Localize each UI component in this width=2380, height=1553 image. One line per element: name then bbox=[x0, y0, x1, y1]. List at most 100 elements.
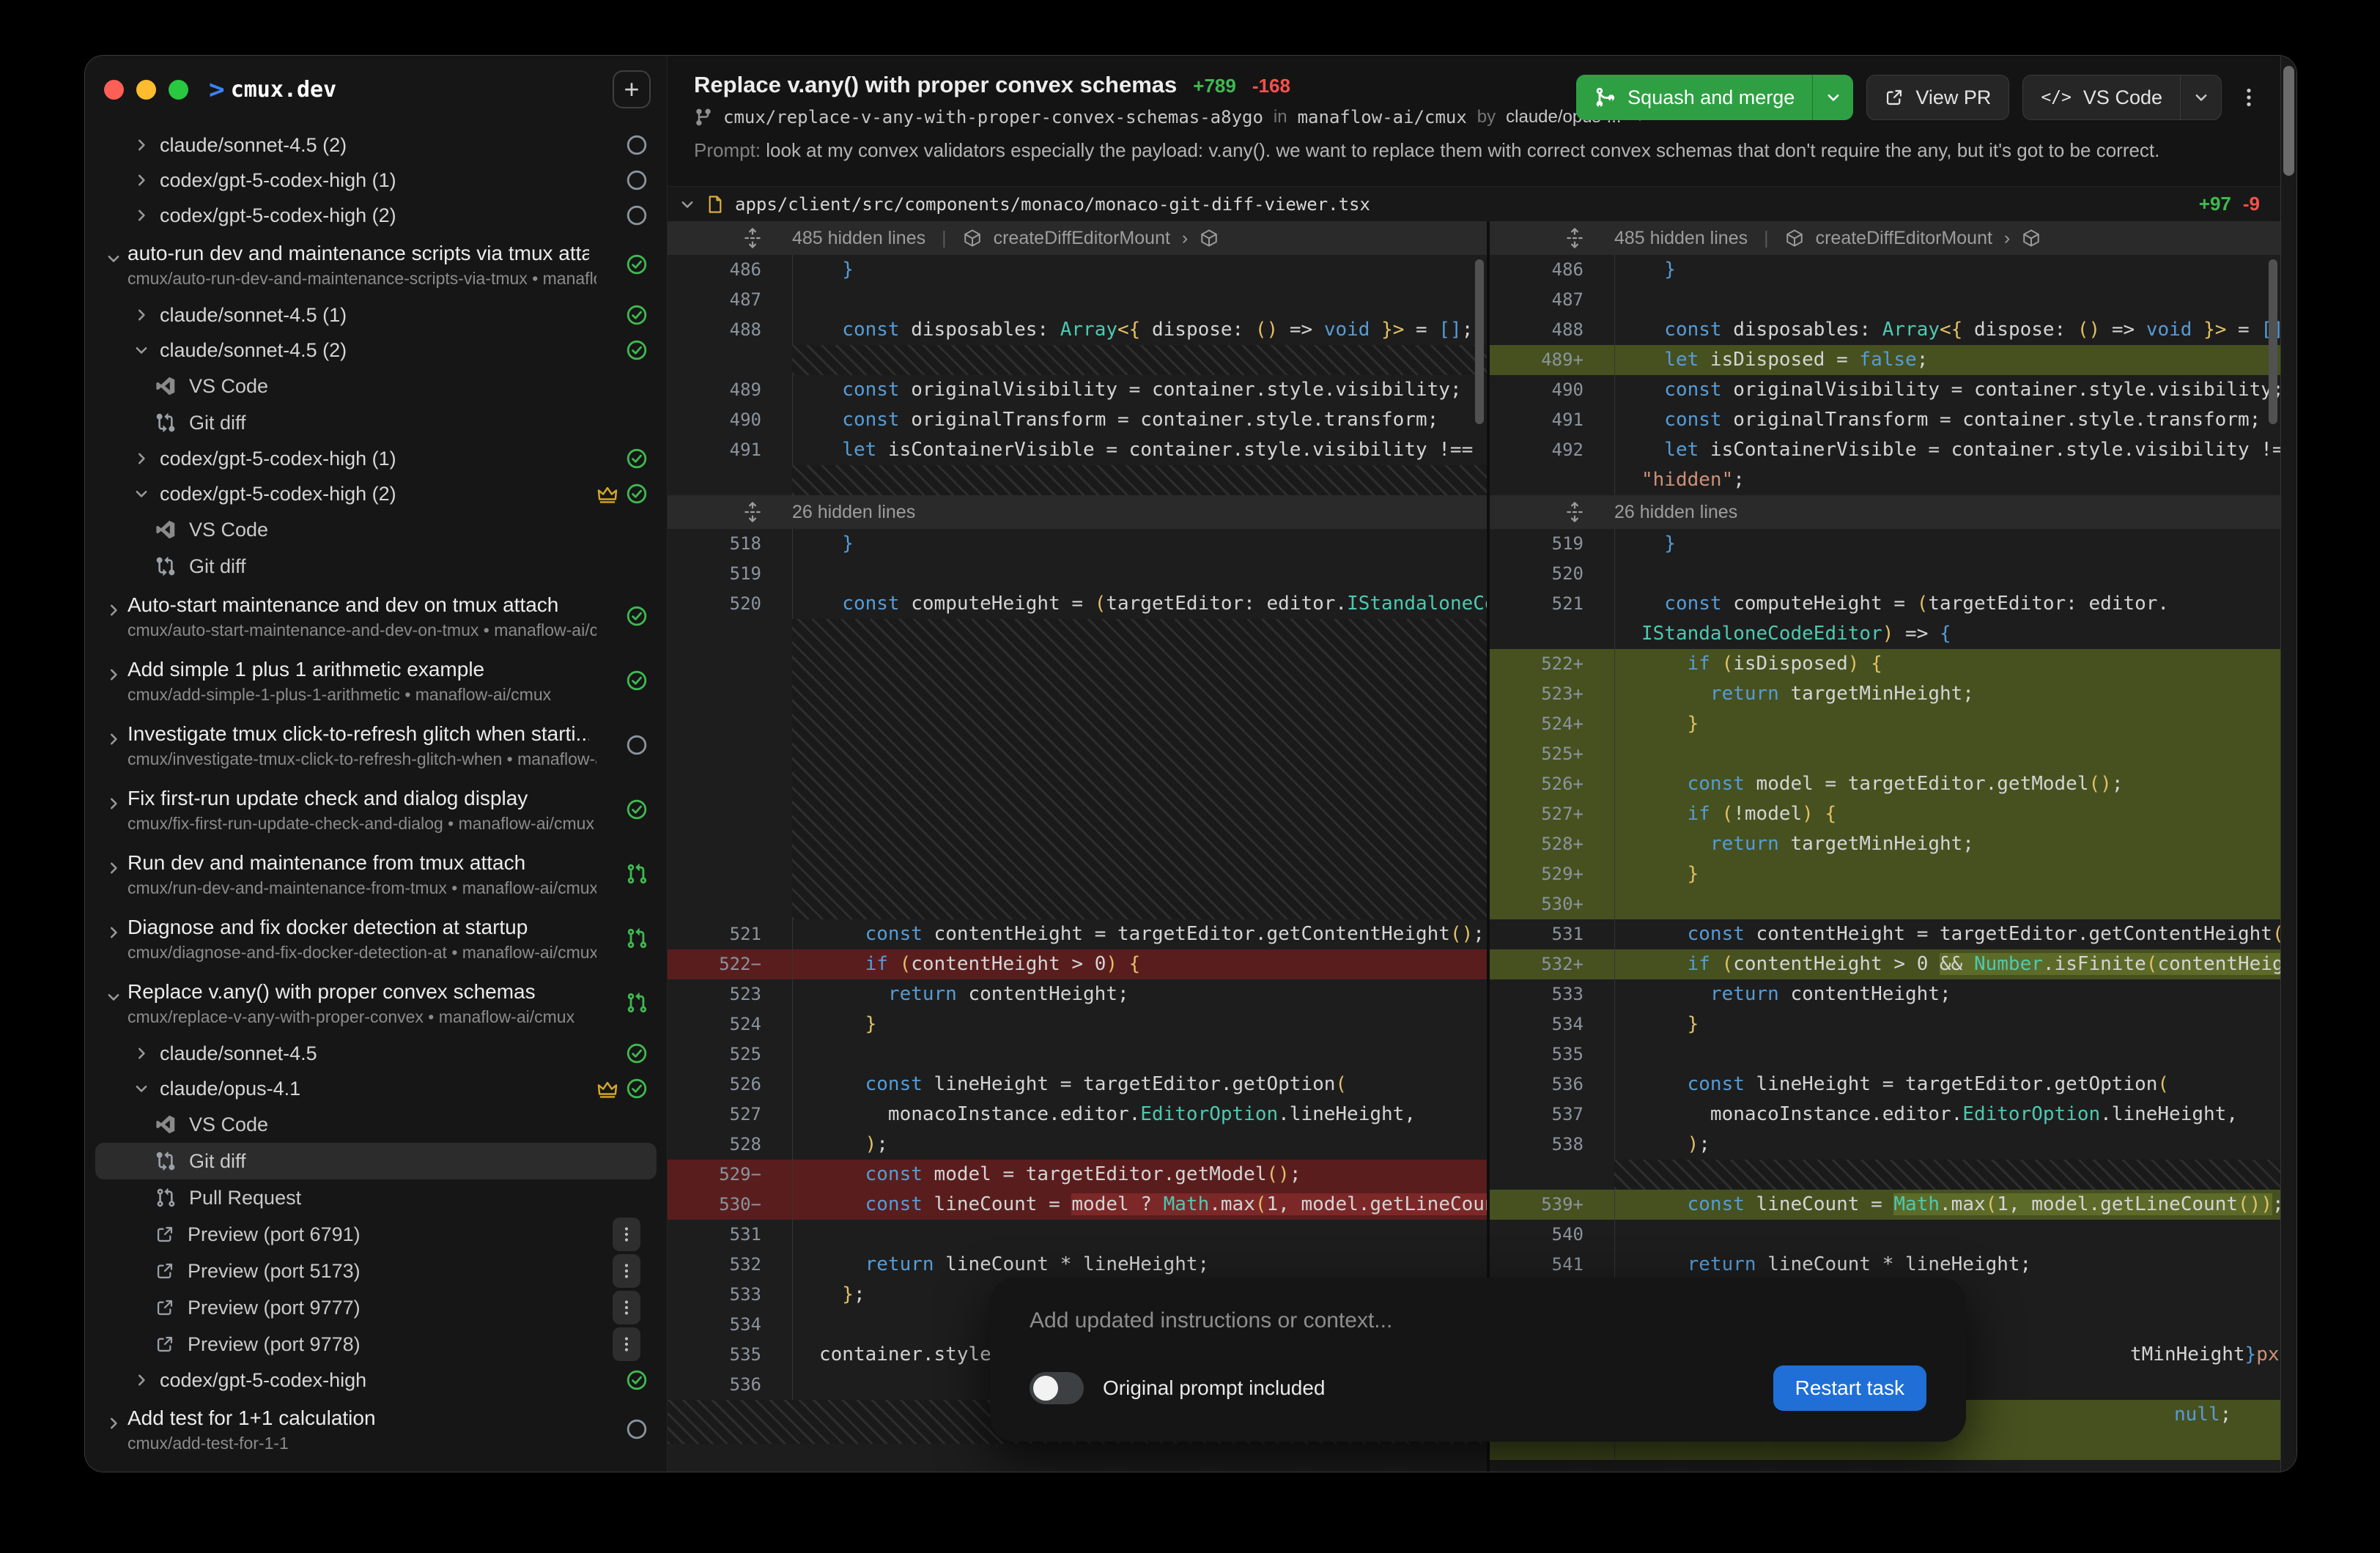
sidebar-item-pull-request[interactable]: Pull Request bbox=[95, 1179, 657, 1216]
sidebar-branch-codex-gpt-5-codex-high-2-[interactable]: codex/gpt-5-codex-high (2) bbox=[85, 198, 667, 233]
chevron-right-icon[interactable] bbox=[106, 731, 122, 747]
sidebar-branch-claude-sonnet-4.5-2-[interactable]: claude/sonnet-4.5 (2) bbox=[85, 127, 667, 163]
squash-and-merge-button[interactable]: Squash and merge bbox=[1576, 75, 1853, 120]
file-row[interactable]: apps/client/src/components/monaco/monaco… bbox=[668, 186, 2280, 221]
sidebar-task[interactable]: Fix first-run update check and dialog di… bbox=[85, 778, 667, 842]
unfold-icon[interactable] bbox=[668, 228, 792, 248]
sidebar-branch-claude-sonnet-4.5-1-[interactable]: claude/sonnet-4.5 (1) bbox=[85, 297, 667, 333]
line-number: 523+ bbox=[1490, 679, 1614, 709]
zoom-window-button[interactable] bbox=[169, 80, 188, 100]
line-number: 532+ bbox=[1490, 949, 1614, 979]
sidebar-item-git-diff[interactable]: Git diff bbox=[95, 1143, 657, 1179]
main-scrollbar-thumb[interactable] bbox=[2283, 66, 2294, 176]
restart-task-button[interactable]: Restart task bbox=[1773, 1365, 1926, 1411]
sidebar-task[interactable]: Add test for 1+1 calculationcmux/add-tes… bbox=[85, 1398, 667, 1462]
chevron-right-icon[interactable] bbox=[133, 451, 149, 467]
chevron-right-icon[interactable] bbox=[133, 172, 149, 188]
sidebar-task[interactable]: auto-run dev and maintenance scripts via… bbox=[85, 233, 667, 297]
sidebar-item-vs-code[interactable]: VS Code bbox=[95, 368, 657, 404]
task-subtitle: cmux/diagnose-and-fix-docker-detection-a… bbox=[128, 943, 596, 963]
code-line: 520 bbox=[1490, 559, 2280, 589]
line-number: 541 bbox=[1490, 1250, 1614, 1280]
sidebar-item-vs-code[interactable]: VS Code bbox=[95, 511, 657, 548]
original-prompt-toggle[interactable] bbox=[1030, 1372, 1084, 1404]
line-content: ); bbox=[792, 1130, 1487, 1160]
merge-options-chevron[interactable] bbox=[1812, 75, 1853, 120]
code-line: 488 const disposables: Array<{ dispose: … bbox=[1490, 315, 2280, 345]
vscode-button[interactable]: </> VS Code bbox=[2022, 75, 2222, 120]
diff-spacer bbox=[792, 465, 1487, 495]
new-task-button[interactable]: + bbox=[613, 70, 651, 108]
instructions-input[interactable]: Add updated instructions or context... bbox=[1030, 1308, 1926, 1333]
chevron-right-icon[interactable] bbox=[106, 796, 122, 812]
sidebar-branch-codex-gpt-5-codex-high[interactable]: codex/gpt-5-codex-high bbox=[85, 1363, 667, 1398]
sidebar-item-git-diff[interactable]: Git diff bbox=[95, 404, 657, 441]
modified-pane-scrollbar[interactable] bbox=[2269, 259, 2277, 424]
line-number: 492 bbox=[1490, 435, 1614, 465]
sidebar-branch-claude-opus-4.1[interactable]: claude/opus-4.1 bbox=[85, 1071, 667, 1106]
sidebar-item-preview-port-5173-[interactable]: Preview (port 5173) bbox=[95, 1253, 657, 1289]
chevron-right-icon[interactable] bbox=[106, 860, 122, 876]
sidebar-task[interactable]: Replace v.any() with proper convex schem… bbox=[85, 971, 667, 1036]
sidebar-item-vs-code[interactable]: VS Code bbox=[95, 1106, 657, 1143]
status-icons bbox=[626, 339, 648, 361]
sidebar-branch-claude-sonnet-4.5[interactable]: claude/sonnet-4.5 bbox=[85, 1036, 667, 1071]
preview-menu-button[interactable] bbox=[613, 1217, 640, 1251]
task-title: auto-run dev and maintenance scripts via… bbox=[128, 242, 589, 265]
chevron-right-icon[interactable] bbox=[133, 1045, 149, 1061]
chevron-down-icon[interactable] bbox=[133, 342, 149, 358]
unfold-icon[interactable] bbox=[668, 502, 792, 522]
main-scrollbar-track[interactable] bbox=[2280, 56, 2296, 1472]
line-content: if (isDisposed) { bbox=[1614, 649, 2280, 679]
sidebar-task[interactable]: Auto-start maintenance and dev on tmux a… bbox=[85, 585, 667, 649]
sidebar-task[interactable]: Add simple 1 plus 1 arithmetic examplecm… bbox=[85, 649, 667, 714]
original-pane-scrollbar[interactable] bbox=[1475, 259, 1484, 424]
sidebar-branch-codex-gpt-5-codex-high-2-[interactable]: codex/gpt-5-codex-high (2) bbox=[85, 476, 667, 511]
unfold-icon[interactable] bbox=[1490, 228, 1614, 248]
close-window-button[interactable] bbox=[104, 80, 124, 100]
line-number: 520 bbox=[1490, 559, 1614, 589]
sidebar-branch-codex-gpt-5-codex-high-1-[interactable]: codex/gpt-5-codex-high (1) bbox=[85, 163, 667, 198]
chevron-right-icon[interactable] bbox=[106, 924, 122, 941]
sidebar-item-git-diff[interactable]: Git diff bbox=[95, 548, 657, 585]
line-content: const disposables: Array<{ dispose: () =… bbox=[792, 315, 1487, 345]
view-pr-label: View PR bbox=[1915, 86, 1991, 109]
chevron-down-icon[interactable] bbox=[133, 486, 149, 502]
chevron-right-icon[interactable] bbox=[133, 1372, 149, 1388]
more-options-button[interactable] bbox=[2235, 86, 2263, 108]
sidebar-task[interactable]: Investigate tmux click-to-refresh glitch… bbox=[85, 714, 667, 778]
breadcrumb-symbol[interactable]: createDiffEditorMount bbox=[1816, 228, 1992, 249]
chevron-right-icon[interactable] bbox=[106, 667, 122, 683]
line-number: 527 bbox=[668, 1100, 792, 1130]
sidebar-branch-codex-gpt-5-codex-high-1-[interactable]: codex/gpt-5-codex-high (1) bbox=[85, 441, 667, 476]
diff-original-rows: 485 hidden lines|createDiffEditorMount›4… bbox=[668, 221, 1487, 1444]
sidebar-item-preview-port-6791-[interactable]: Preview (port 6791) bbox=[95, 1216, 657, 1253]
chevron-down-icon[interactable] bbox=[679, 196, 695, 212]
chevron-right-icon[interactable] bbox=[106, 1415, 122, 1431]
window-controls bbox=[104, 80, 188, 100]
breadcrumb-symbol[interactable]: createDiffEditorMount bbox=[994, 228, 1170, 249]
chevron-down-icon[interactable] bbox=[106, 251, 122, 267]
chevron-right-icon[interactable] bbox=[106, 602, 122, 618]
sidebar-branch-claude-sonnet-4.5-2-[interactable]: claude/sonnet-4.5 (2) bbox=[85, 333, 667, 368]
line-content bbox=[792, 559, 1487, 589]
chevron-down-icon[interactable] bbox=[106, 989, 122, 1005]
unfold-icon[interactable] bbox=[1490, 502, 1614, 522]
sidebar-task[interactable]: Run dev and maintenance scripts on tmux … bbox=[85, 1462, 667, 1472]
preview-menu-button[interactable] bbox=[613, 1291, 640, 1324]
preview-menu-button[interactable] bbox=[613, 1254, 640, 1288]
preview-menu-button[interactable] bbox=[613, 1327, 640, 1361]
line-number: 518 bbox=[668, 529, 792, 559]
chevron-down-icon[interactable] bbox=[133, 1081, 149, 1097]
minimize-window-button[interactable] bbox=[136, 80, 156, 100]
vscode-options-chevron[interactable] bbox=[2180, 75, 2221, 119]
chevron-right-icon[interactable] bbox=[133, 137, 149, 153]
item-label: Pull Request bbox=[189, 1187, 301, 1209]
sidebar-item-preview-port-9777-[interactable]: Preview (port 9777) bbox=[95, 1289, 657, 1326]
chevron-right-icon[interactable] bbox=[133, 207, 149, 223]
chevron-right-icon[interactable] bbox=[133, 307, 149, 323]
view-pr-button[interactable]: View PR bbox=[1866, 75, 2009, 120]
sidebar-task[interactable]: Run dev and maintenance from tmux attach… bbox=[85, 842, 667, 907]
sidebar-item-preview-port-9778-[interactable]: Preview (port 9778) bbox=[95, 1326, 657, 1363]
sidebar-task[interactable]: Diagnose and fix docker detection at sta… bbox=[85, 907, 667, 971]
